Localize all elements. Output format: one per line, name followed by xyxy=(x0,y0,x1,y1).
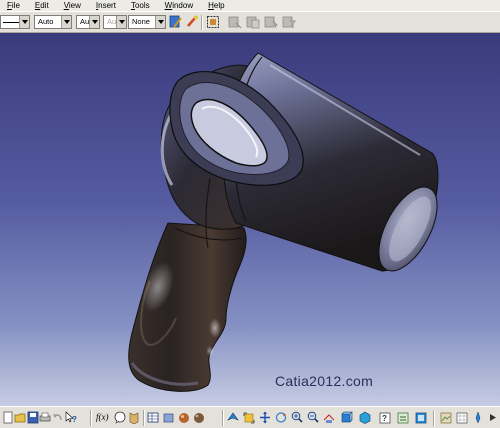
new-document-icon[interactable] xyxy=(2,411,14,424)
table-icon[interactable] xyxy=(147,411,159,424)
grouped-selection-icon[interactable] xyxy=(246,15,260,29)
zoom-in-icon[interactable] xyxy=(291,411,303,424)
image-icon[interactable] xyxy=(440,411,452,424)
pan-icon[interactable] xyxy=(259,411,271,424)
graphic-properties-toolbar: Auto Aut Aut None xyxy=(0,11,500,33)
line-style-combo[interactable] xyxy=(0,15,30,29)
color-combo-value: Auto xyxy=(38,17,54,26)
chevron-down-icon xyxy=(61,16,71,28)
layer-combo-value: None xyxy=(132,17,150,26)
chevron-down-icon xyxy=(19,16,29,28)
bottom-toolbar: ? f(x) ? xyxy=(0,406,500,428)
material-icon[interactable] xyxy=(178,411,190,424)
pick-selection-icon[interactable] xyxy=(264,15,278,29)
views-icon[interactable] xyxy=(341,411,353,424)
menu-insert[interactable]: Insert xyxy=(96,1,116,11)
catalog-icon[interactable] xyxy=(128,411,140,424)
chevron-down-icon xyxy=(89,16,99,28)
print-icon[interactable] xyxy=(39,411,51,424)
menu-window[interactable]: Window xyxy=(165,1,193,11)
toolbar-separator xyxy=(201,15,203,30)
toolbar-separator xyxy=(143,410,145,426)
menu-help[interactable]: Help xyxy=(208,1,224,11)
scroll-right-icon[interactable] xyxy=(487,411,499,424)
menu-tools[interactable]: Tools xyxy=(131,1,150,11)
rotate-icon[interactable] xyxy=(275,411,287,424)
compass-icon[interactable] xyxy=(472,411,484,424)
apply-material-icon[interactable] xyxy=(193,411,205,424)
filter-selection-icon[interactable] xyxy=(282,15,296,29)
thickness-combo[interactable]: Aut xyxy=(103,15,127,29)
undo-icon[interactable] xyxy=(52,411,64,424)
menu-bar: File Edit View Insert Tools Window Help xyxy=(0,0,500,11)
3d-viewport[interactable]: Catia2012.com xyxy=(0,33,500,406)
instantiate-icon[interactable] xyxy=(163,411,175,424)
painter-icon[interactable] xyxy=(169,15,183,29)
chevron-down-icon xyxy=(116,16,126,28)
formula-button[interactable]: f(x) xyxy=(96,412,109,422)
capture-icon[interactable] xyxy=(415,411,427,424)
create-selection-set-icon[interactable] xyxy=(228,15,242,29)
menu-view[interactable]: View xyxy=(64,1,81,11)
chevron-down-icon xyxy=(155,16,165,28)
whats-this-icon[interactable]: ? xyxy=(65,411,77,424)
open-folder-icon[interactable] xyxy=(14,411,26,424)
hide-show-icon[interactable]: ? xyxy=(379,411,391,424)
layer-combo[interactable]: None xyxy=(128,15,166,29)
toolbar-separator xyxy=(222,410,224,426)
normal-view-icon[interactable] xyxy=(323,411,335,424)
menu-file[interactable]: File xyxy=(7,1,20,11)
zoom-out-icon[interactable] xyxy=(307,411,319,424)
watermark-text: Catia2012.com xyxy=(275,373,374,389)
swap-visible-space-icon[interactable] xyxy=(397,411,409,424)
fit-all-icon[interactable] xyxy=(243,411,255,424)
toolbar-separator xyxy=(433,410,435,426)
svg-text:?: ? xyxy=(382,414,387,423)
menu-edit[interactable]: Edit xyxy=(35,1,49,11)
hair-dryer-model xyxy=(128,52,439,392)
properties-brush-icon[interactable] xyxy=(185,15,199,29)
svg-text:?: ? xyxy=(72,415,77,424)
select-sets-icon[interactable] xyxy=(206,15,220,29)
knowledge-icon[interactable] xyxy=(114,411,126,424)
render-style-icon[interactable] xyxy=(359,411,371,424)
toolbar-separator xyxy=(90,410,92,426)
grid-icon[interactable] xyxy=(456,411,468,424)
linetype-combo[interactable]: Aut xyxy=(76,15,100,29)
fly-mode-icon[interactable] xyxy=(227,411,239,424)
save-icon[interactable] xyxy=(27,411,39,424)
color-combo[interactable]: Auto xyxy=(34,15,72,29)
